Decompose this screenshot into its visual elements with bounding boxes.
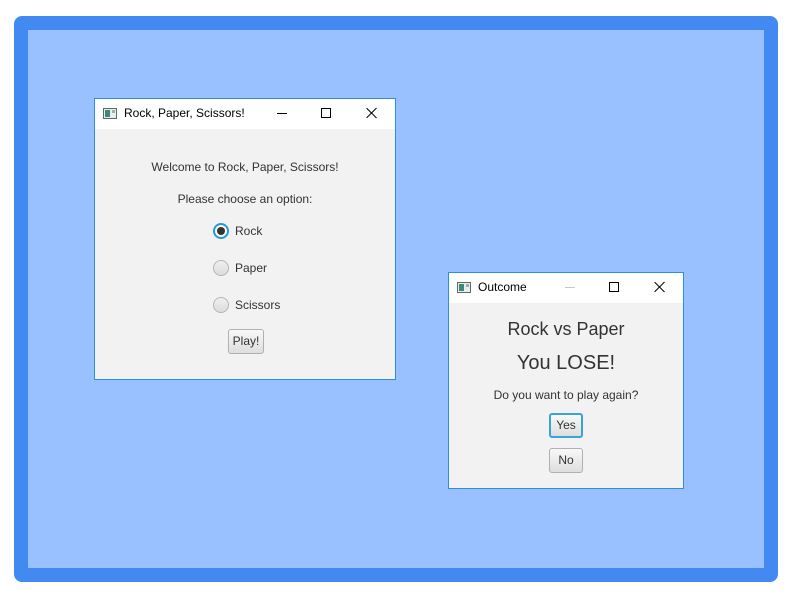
outcome-window-title: Outcome bbox=[478, 280, 527, 294]
maximize-icon bbox=[321, 108, 331, 118]
app-window-icon bbox=[103, 108, 117, 119]
close-icon bbox=[654, 281, 666, 293]
minimize-button[interactable] bbox=[259, 99, 305, 129]
main-window-titlebar[interactable]: Rock, Paper, Scissors! bbox=[95, 99, 395, 129]
choose-prompt: Please choose an option: bbox=[177, 192, 313, 206]
outcome-window: Outcome Rock vs Paper You LOSE! Do you w… bbox=[448, 272, 684, 489]
close-icon bbox=[366, 107, 378, 119]
outcome-window-titlebar[interactable]: Outcome bbox=[449, 273, 683, 303]
main-window-title: Rock, Paper, Scissors! bbox=[124, 106, 245, 120]
radio-button-checked[interactable] bbox=[213, 223, 229, 239]
app-window-icon bbox=[457, 282, 471, 293]
rps-main-window: Rock, Paper, Scissors! Welcome to Rock, … bbox=[94, 98, 396, 380]
close-button[interactable] bbox=[637, 273, 683, 303]
welcome-text: Welcome to Rock, Paper, Scissors! bbox=[151, 160, 339, 174]
radio-label-rock: Rock bbox=[235, 224, 263, 238]
minimize-button-disabled bbox=[547, 273, 593, 303]
minimize-icon bbox=[277, 113, 287, 114]
matchup-text: Rock vs Paper bbox=[507, 319, 625, 339]
play-again-question: Do you want to play again? bbox=[493, 388, 639, 402]
radio-button[interactable] bbox=[213, 260, 229, 276]
radio-label-scissors: Scissors bbox=[235, 298, 281, 312]
maximize-button[interactable] bbox=[591, 273, 637, 303]
close-button[interactable] bbox=[349, 99, 395, 129]
yes-button[interactable]: Yes bbox=[549, 413, 583, 438]
radio-label-paper: Paper bbox=[235, 261, 268, 275]
maximize-button[interactable] bbox=[303, 99, 349, 129]
maximize-icon bbox=[609, 282, 619, 292]
play-button[interactable]: Play! bbox=[228, 329, 264, 354]
minimize-icon bbox=[565, 287, 575, 288]
no-button[interactable]: No bbox=[549, 448, 583, 473]
result-text: You LOSE! bbox=[516, 352, 616, 374]
radio-button[interactable] bbox=[213, 297, 229, 313]
